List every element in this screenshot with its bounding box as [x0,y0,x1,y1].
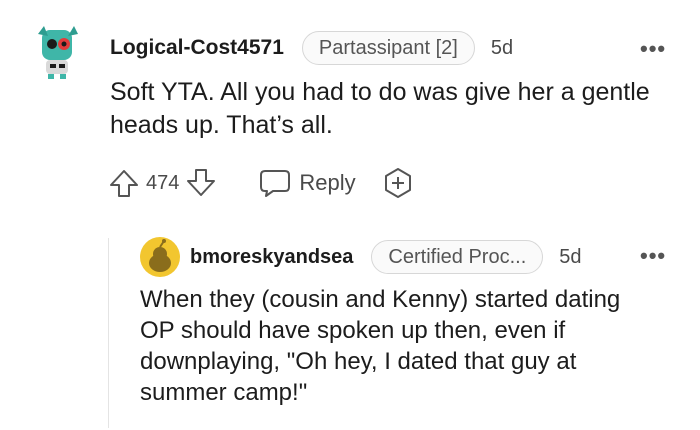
comment-age: 5d [490,36,514,59]
vote-count: 474 [146,171,180,194]
comment-body: Soft YTA. All you had to do was give her… [110,78,650,139]
reply-more-options-icon[interactable]: ••• [640,243,666,269]
comment-header: Logical-Cost4571 Partassipant [2] 5d [110,30,513,66]
reply-flair: Certified Proc... [371,240,544,274]
comment-author[interactable]: Logical-Cost4571 [110,36,284,60]
reply-age: 5d [559,245,582,268]
upvote-icon[interactable] [108,167,140,199]
reply-author[interactable]: bmoreskyandsea [190,246,353,269]
comment-actions: 474 Reply [108,164,414,202]
award-plus-icon[interactable] [382,167,414,199]
reply-header: bmoreskyandsea Certified Proc... 5d [190,239,582,275]
reply-button[interactable]: Reply [259,168,356,198]
more-options-icon[interactable]: ••• [640,36,666,62]
reply-label: Reply [299,170,356,195]
user-avatar[interactable] [34,22,82,80]
reply-body: When they (cousin and Kenny) started dat… [140,286,621,406]
reply-bubble-icon [259,168,291,198]
reply-avatar[interactable] [140,237,180,277]
user-flair: Partassipant [2] [301,31,475,65]
downvote-icon[interactable] [185,167,217,199]
thread-line[interactable] [108,238,109,428]
